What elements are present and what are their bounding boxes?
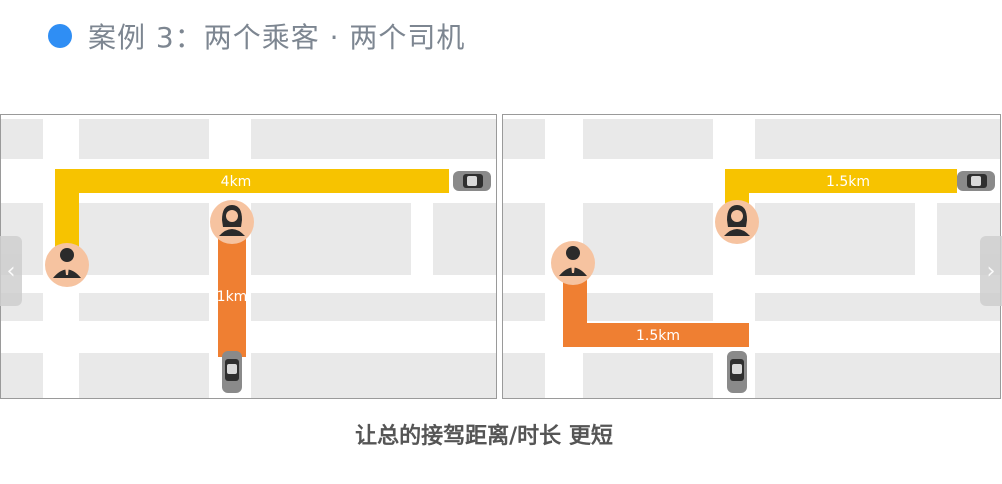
male-passenger-icon [45, 243, 89, 287]
map-block [79, 293, 209, 321]
map-block [583, 119, 713, 159]
scenario-left-map: 4km 1km [0, 114, 497, 399]
car-icon [957, 171, 995, 191]
route-yellow-label: 1.5km [826, 174, 870, 190]
map-block [433, 203, 496, 275]
route-orange-label: 1.5km [636, 328, 680, 344]
map-block [583, 203, 713, 275]
car-icon [727, 351, 747, 393]
map-block [79, 119, 209, 159]
map-block [79, 203, 209, 275]
bullet-dot-icon [48, 24, 72, 48]
map-block [1, 119, 43, 159]
scenario-right-map: 1.5km 1.5km [502, 114, 1001, 399]
map-block [755, 293, 1000, 321]
slide-title-text: 案例 3：两个乘客 · 两个司机 [88, 21, 466, 54]
map-block [1, 353, 43, 398]
route-yellow-horizontal [55, 169, 449, 193]
next-slide-button[interactable]: › [980, 236, 1002, 306]
female-passenger-icon [210, 200, 254, 244]
route-yellow-label: 4km [221, 174, 252, 190]
map-block [503, 293, 545, 321]
route-orange-label: 1km [217, 289, 248, 305]
map-block [503, 353, 545, 398]
car-icon [222, 351, 242, 393]
map-block [755, 203, 915, 275]
map-block [251, 119, 496, 159]
map-block [251, 203, 411, 275]
male-passenger-icon [551, 241, 595, 285]
slide-title: 案例 3：两个乘客 · 两个司机 [48, 14, 465, 58]
car-icon [453, 171, 491, 191]
prev-slide-button[interactable]: ‹ [0, 236, 22, 306]
map-block [583, 353, 713, 398]
map-block [755, 353, 1000, 398]
map-block [503, 203, 545, 275]
chevron-left-icon: ‹ [6, 258, 16, 284]
chevron-right-icon: › [986, 258, 996, 284]
map-block [503, 119, 545, 159]
map-block [251, 293, 496, 321]
map-block [583, 293, 713, 321]
slide-caption: 让总的接驾距离/时长 更短 [355, 424, 613, 449]
female-passenger-icon [715, 200, 759, 244]
map-block [755, 119, 1000, 159]
map-block [79, 353, 209, 398]
map-block [251, 353, 496, 398]
